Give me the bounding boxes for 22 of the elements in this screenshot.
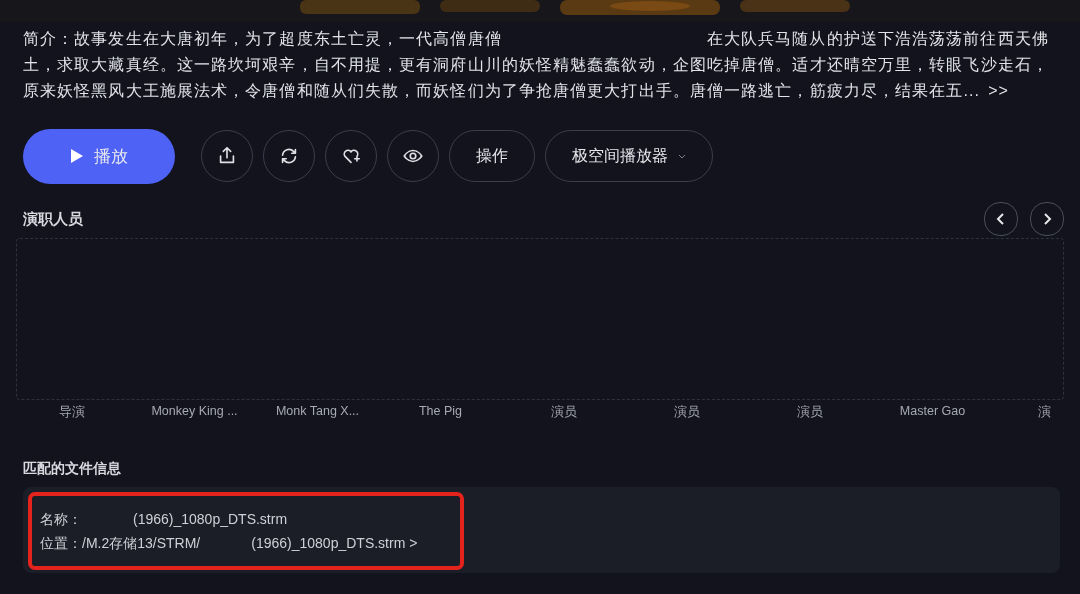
chevron-right-icon	[1042, 212, 1052, 226]
file-name-text: 名称： (1966)_1080p_DTS.strm	[40, 510, 289, 529]
summary-text: 简介：故事发生在大唐初年，为了超度东土亡灵，一代高僧唐僧 在大队兵马随从的护送下浩浩荡荡前往西天佛土，求取大藏真经。这一路坎坷艰辛，自不用提，更有洞府山川的妖怪精魅蠢蠢欲动，企图吃掉唐僧。适才还晴空万里，转眼飞沙走石，原来妖怪黑风大王施展法术，令唐僧和随从们失散，而妖怪们为了争抢唐僧更大打出手。唐僧一路逃亡，筋疲力尽，结果在五... >>	[23, 29, 1050, 101]
cast-name: 演员	[549, 404, 578, 420]
caret-icon	[678, 153, 686, 159]
cast-name: Monkey King ...	[150, 404, 239, 420]
cast-name: 演员	[795, 404, 824, 420]
play-button[interactable]: 播放	[23, 128, 175, 184]
play-icon	[70, 148, 84, 164]
cast-name: 导演	[57, 404, 86, 420]
more-link[interactable]: >>	[988, 82, 1010, 99]
next-button[interactable]	[1030, 202, 1064, 236]
cast-name: The Pig	[417, 404, 464, 420]
cast-name: Monk Tang X...	[274, 404, 361, 420]
section-title: 演职人员	[23, 209, 83, 229]
cast-name: 演	[1037, 404, 1052, 420]
previous-button[interactable]	[984, 202, 1018, 236]
section-title: 匹配的文件信息	[23, 460, 122, 478]
file-location-link[interactable]: 位置：/M.2存储13/STRM/ (1966)_1080p_DTS.strm >	[40, 531, 1060, 555]
cast-name: 演员	[672, 404, 701, 420]
cast-name: Master Gao	[898, 404, 967, 420]
chevron-left-icon	[996, 212, 1006, 226]
